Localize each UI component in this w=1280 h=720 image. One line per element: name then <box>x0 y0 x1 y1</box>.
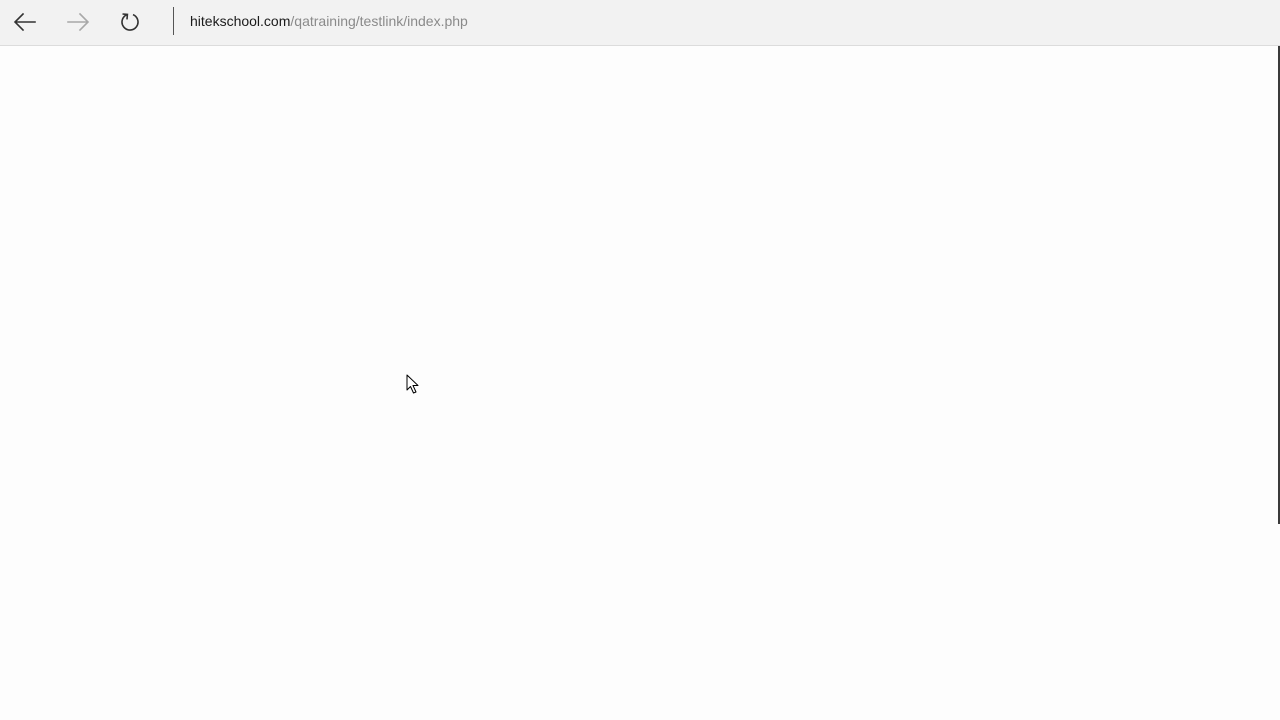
browser-window: hitekschool.com/qatraining/testlink/inde… <box>0 0 1280 720</box>
arrow-left-icon <box>13 12 36 32</box>
url-domain: hitekschool.com <box>190 13 291 29</box>
back-button[interactable] <box>7 6 43 38</box>
forward-button[interactable] <box>60 6 96 38</box>
page-content <box>0 46 1280 720</box>
refresh-icon <box>121 13 139 31</box>
url-path: /qatraining/testlink/index.php <box>290 13 468 29</box>
address-bar[interactable]: hitekschool.com/qatraining/testlink/inde… <box>182 6 1270 36</box>
browser-toolbar: hitekschool.com/qatraining/testlink/inde… <box>0 0 1280 46</box>
refresh-button[interactable] <box>112 6 148 38</box>
arrow-right-icon <box>67 12 90 32</box>
toolbar-divider <box>173 7 174 35</box>
